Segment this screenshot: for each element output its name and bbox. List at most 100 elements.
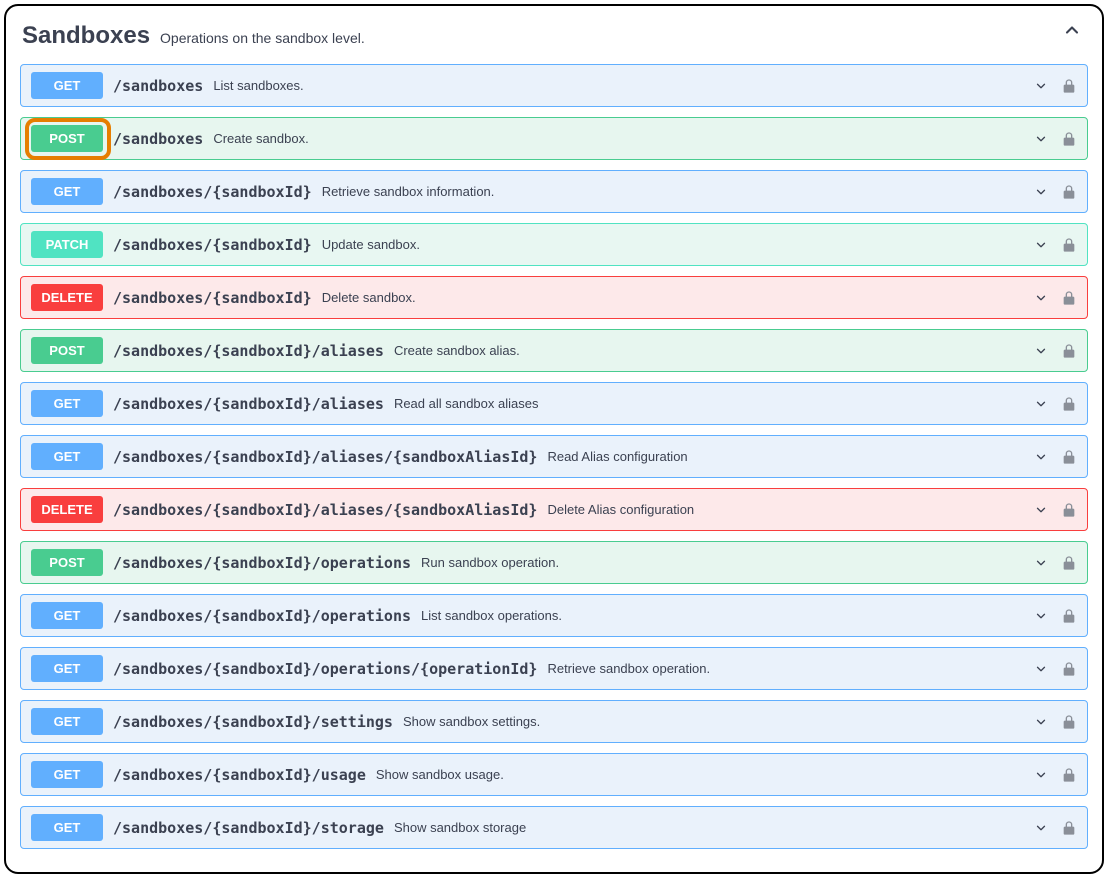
operation-row[interactable]: GET/sandboxes List sandboxes. <box>20 64 1088 107</box>
auth-lock-button[interactable] <box>1061 131 1077 147</box>
operation-row[interactable]: GET/sandboxes/{sandboxId}/usageShow sand… <box>20 753 1088 796</box>
http-method-badge: GET <box>31 178 103 205</box>
auth-lock-button[interactable] <box>1061 502 1077 518</box>
operation-row[interactable]: DELETE/sandboxes/{sandboxId}Delete sandb… <box>20 276 1088 319</box>
endpoint-path: /sandboxes/{sandboxId} <box>113 289 312 307</box>
auth-lock-button[interactable] <box>1061 184 1077 200</box>
expand-toggle[interactable] <box>1031 132 1051 146</box>
operation-row[interactable]: GET/sandboxes/{sandboxId}Retrieve sandbo… <box>20 170 1088 213</box>
lock-icon <box>1061 343 1077 359</box>
expand-toggle[interactable] <box>1031 185 1051 199</box>
operation-row[interactable]: POST/sandboxes/{sandboxId}/aliases Create… <box>20 329 1088 372</box>
expand-toggle[interactable] <box>1031 450 1051 464</box>
lock-icon <box>1061 290 1077 306</box>
expand-toggle[interactable] <box>1031 344 1051 358</box>
row-actions <box>1031 131 1077 147</box>
expand-toggle[interactable] <box>1031 821 1051 835</box>
chevron-down-icon <box>1031 185 1051 199</box>
row-actions <box>1031 555 1077 571</box>
auth-lock-button[interactable] <box>1061 767 1077 783</box>
auth-lock-button[interactable] <box>1061 820 1077 836</box>
http-method-badge: DELETE <box>31 284 103 311</box>
row-actions <box>1031 184 1077 200</box>
auth-lock-button[interactable] <box>1061 449 1077 465</box>
auth-lock-button[interactable] <box>1061 555 1077 571</box>
chevron-down-icon <box>1031 768 1051 782</box>
chevron-down-icon <box>1031 79 1051 93</box>
lock-icon <box>1061 820 1077 836</box>
operation-row[interactable]: GET/sandboxes/{sandboxId}/aliases/{sandb… <box>20 435 1088 478</box>
expand-toggle[interactable] <box>1031 715 1051 729</box>
expand-toggle[interactable] <box>1031 291 1051 305</box>
auth-lock-button[interactable] <box>1061 661 1077 677</box>
chevron-down-icon <box>1031 715 1051 729</box>
http-method-badge: POST <box>31 125 103 152</box>
row-actions <box>1031 608 1077 624</box>
expand-toggle[interactable] <box>1031 79 1051 93</box>
chevron-down-icon <box>1031 344 1051 358</box>
chevron-down-icon <box>1031 132 1051 146</box>
endpoint-summary: Create sandbox alias. <box>394 343 520 358</box>
endpoint-path: /sandboxes <box>113 77 203 95</box>
http-method-badge: GET <box>31 708 103 735</box>
expand-toggle[interactable] <box>1031 238 1051 252</box>
lock-icon <box>1061 396 1077 412</box>
http-method-badge: POST <box>31 337 103 364</box>
endpoint-path: /sandboxes <box>113 130 203 148</box>
auth-lock-button[interactable] <box>1061 714 1077 730</box>
row-actions <box>1031 237 1077 253</box>
auth-lock-button[interactable] <box>1061 343 1077 359</box>
auth-lock-button[interactable] <box>1061 78 1077 94</box>
endpoint-summary: Show sandbox settings. <box>403 714 540 729</box>
section-header[interactable]: Sandboxes Operations on the sandbox leve… <box>20 16 1088 64</box>
lock-icon <box>1061 608 1077 624</box>
auth-lock-button[interactable] <box>1061 290 1077 306</box>
http-method-badge: POST <box>31 549 103 576</box>
row-actions <box>1031 820 1077 836</box>
operations-list: GET/sandboxes List sandboxes. POST/sandbox… <box>20 64 1088 849</box>
operation-row[interactable]: POST/sandboxes Create sandbox. <box>20 117 1088 160</box>
operation-row[interactable]: GET/sandboxes/{sandboxId}/settings Show s… <box>20 700 1088 743</box>
expand-toggle[interactable] <box>1031 503 1051 517</box>
http-method-badge: PATCH <box>31 231 103 258</box>
endpoint-path: /sandboxes/{sandboxId}/operations <box>113 554 411 572</box>
row-actions <box>1031 661 1077 677</box>
endpoint-summary: Create sandbox. <box>213 131 308 146</box>
section-description: Operations on the sandbox level. <box>160 30 365 46</box>
endpoint-summary: Retrieve sandbox information. <box>322 184 495 199</box>
endpoint-path: /sandboxes/{sandboxId}/settings <box>113 713 393 731</box>
expand-toggle[interactable] <box>1031 609 1051 623</box>
auth-lock-button[interactable] <box>1061 237 1077 253</box>
endpoint-summary: Show sandbox usage. <box>376 767 504 782</box>
endpoint-summary: List sandboxes. <box>213 78 303 93</box>
chevron-down-icon <box>1031 556 1051 570</box>
chevron-down-icon <box>1031 238 1051 252</box>
row-actions <box>1031 343 1077 359</box>
endpoint-summary: Retrieve sandbox operation. <box>547 661 710 676</box>
operation-row[interactable]: POST/sandboxes/{sandboxId}/operationsRun… <box>20 541 1088 584</box>
http-method-badge: GET <box>31 655 103 682</box>
row-actions <box>1031 449 1077 465</box>
expand-toggle[interactable] <box>1031 662 1051 676</box>
http-method-badge: GET <box>31 443 103 470</box>
lock-icon <box>1061 184 1077 200</box>
auth-lock-button[interactable] <box>1061 608 1077 624</box>
expand-toggle[interactable] <box>1031 556 1051 570</box>
endpoint-path: /sandboxes/{sandboxId}/usage <box>113 766 366 784</box>
operation-row[interactable]: GET/sandboxes/{sandboxId}/operations/{op… <box>20 647 1088 690</box>
auth-lock-button[interactable] <box>1061 396 1077 412</box>
row-actions <box>1031 767 1077 783</box>
lock-icon <box>1061 131 1077 147</box>
expand-toggle[interactable] <box>1031 768 1051 782</box>
expand-toggle[interactable] <box>1031 397 1051 411</box>
chevron-down-icon <box>1031 397 1051 411</box>
http-method-badge: DELETE <box>31 496 103 523</box>
collapse-section-button[interactable] <box>1062 20 1082 40</box>
operation-row[interactable]: DELETE/sandboxes/{sandboxId}/aliases/{sa… <box>20 488 1088 531</box>
operation-row[interactable]: GET/sandboxes/{sandboxId}/aliasesRead al… <box>20 382 1088 425</box>
endpoint-path: /sandboxes/{sandboxId}/aliases <box>113 342 384 360</box>
operation-row[interactable]: PATCH/sandboxes/{sandboxId}Update sandbo… <box>20 223 1088 266</box>
operation-row[interactable]: GET/sandboxes/{sandboxId}/storageShow sa… <box>20 806 1088 849</box>
operation-row[interactable]: GET/sandboxes/{sandboxId}/operationsList… <box>20 594 1088 637</box>
http-method-badge: GET <box>31 72 103 99</box>
